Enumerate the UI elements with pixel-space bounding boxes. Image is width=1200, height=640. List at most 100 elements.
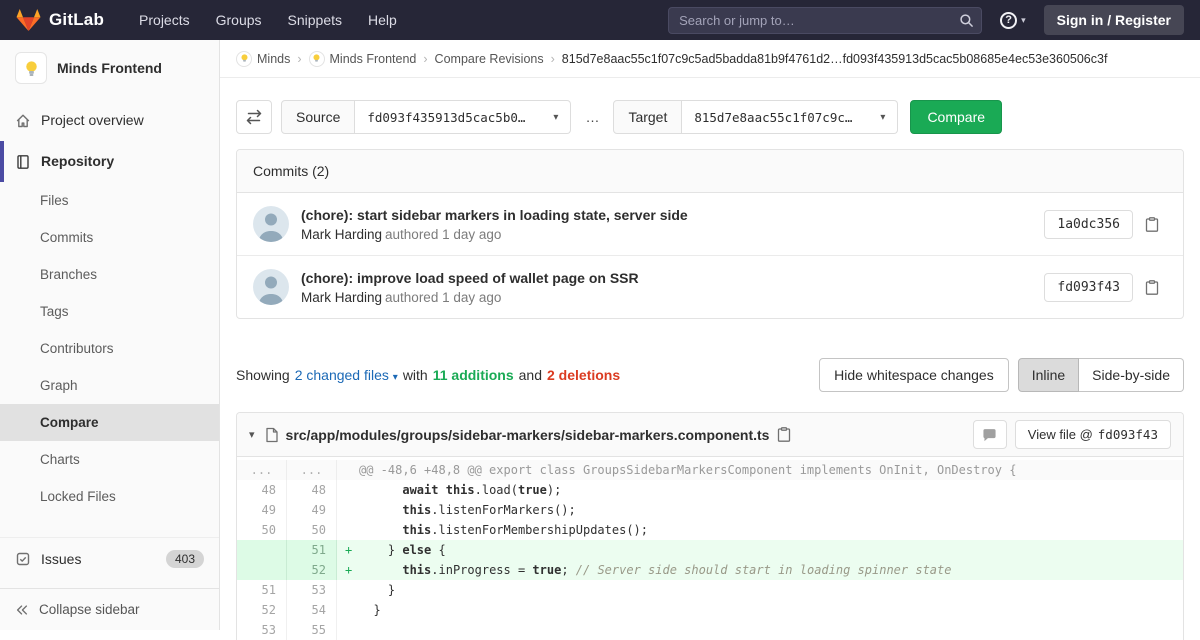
commit-title-link[interactable]: (chore): improve load speed of wallet pa… <box>301 270 639 286</box>
nav-item-help[interactable]: Help <box>355 0 410 40</box>
gitlab-logo-icon <box>16 8 41 32</box>
nav-item-groups[interactable]: Groups <box>203 0 275 40</box>
chevron-down-icon: ▾ <box>880 112 885 123</box>
crumb-label: Minds Frontend <box>330 52 417 66</box>
help-icon: ? <box>1000 12 1017 29</box>
range-separator: … <box>585 109 599 125</box>
old-line-number[interactable]: 50 <box>237 520 287 540</box>
sidebar-item-compare[interactable]: Compare <box>0 404 219 441</box>
sidebar-item-label: Issues <box>41 551 81 567</box>
collapse-sidebar-button[interactable]: Collapse sidebar <box>0 588 219 630</box>
sidebar-item-branches[interactable]: Branches <box>0 256 219 293</box>
diff-line-added: 51 + } else { <box>237 540 1183 560</box>
file-path-link[interactable]: src/app/modules/groups/sidebar-markers/s… <box>286 427 770 443</box>
old-line-number[interactable]: ... <box>237 460 287 480</box>
diff-line: 51 53 } <box>237 580 1183 600</box>
copy-sha-button[interactable] <box>1137 209 1167 239</box>
project-context-link[interactable]: Minds Frontend <box>0 40 219 94</box>
commit-author-link[interactable]: Mark Harding <box>301 227 382 242</box>
main-content: Minds › Minds Frontend › Compare Revisio… <box>220 40 1200 630</box>
changed-files-dropdown[interactable]: 2 changed files ▾ <box>295 367 398 383</box>
new-line-number[interactable]: 48 <box>287 480 337 500</box>
commit-author-link[interactable]: Mark Harding <box>301 290 382 305</box>
showing-label: Showing <box>236 367 290 383</box>
commit-title-link[interactable]: (chore): start sidebar markers in loadin… <box>301 207 688 223</box>
sidebar-item-repository[interactable]: Repository <box>0 141 219 182</box>
crumb-compare-revisions[interactable]: Compare Revisions <box>435 52 544 66</box>
diff-line-added: 52 + this.inProgress = true; // Server s… <box>237 560 1183 580</box>
search-input[interactable] <box>668 7 982 34</box>
diff-line: 52 54 } <box>237 600 1183 620</box>
copy-path-button[interactable] <box>777 427 791 442</box>
view-file-label: View file @ <box>1028 427 1093 442</box>
diff-code: @@ -48,6 +48,8 @@ export class GroupsSid… <box>337 460 1183 480</box>
nav-item-snippets[interactable]: Snippets <box>275 0 355 40</box>
and-label: and <box>519 367 542 383</box>
target-dropdown[interactable]: 815d7e8aac55c1f07c9c… ▾ <box>682 100 898 134</box>
signin-button[interactable]: Sign in / Register <box>1044 5 1184 35</box>
sidebar-item-graph[interactable]: Graph <box>0 367 219 404</box>
breadcrumb-separator: › <box>297 52 301 66</box>
hide-whitespace-button[interactable]: Hide whitespace changes <box>819 358 1009 392</box>
sidebar-item-label: Repository <box>41 152 114 171</box>
sidebar-item-locked-files[interactable]: Locked Files <box>0 478 219 515</box>
sidebar-item-tags[interactable]: Tags <box>0 293 219 330</box>
view-file-button[interactable]: View file @ fd093f43 <box>1015 420 1171 449</box>
new-line-number[interactable]: 51 <box>287 540 337 560</box>
sidebar-item-project-overview[interactable]: Project overview <box>0 100 219 141</box>
sidebar-item-commits[interactable]: Commits <box>0 219 219 256</box>
commit-sha-button[interactable]: 1a0dc356 <box>1044 210 1133 239</box>
crumb-label: Minds <box>257 52 290 66</box>
new-line-number[interactable]: ... <box>287 460 337 480</box>
compare-button[interactable]: Compare <box>910 100 1002 134</box>
new-line-number[interactable]: 54 <box>287 600 337 620</box>
chevron-down-icon: ▾ <box>1021 15 1026 26</box>
diff-file-panel: ▾ src/app/modules/groups/sidebar-markers… <box>236 412 1184 640</box>
sidebar-item-label: Project overview <box>41 111 144 130</box>
new-line-number[interactable]: 52 <box>287 560 337 580</box>
avatar <box>253 269 289 305</box>
commit-sha-button[interactable]: fd093f43 <box>1044 273 1133 302</box>
swap-sides-button[interactable] <box>236 100 272 134</box>
old-line-number[interactable]: 48 <box>237 480 287 500</box>
sidebar-item-issues[interactable]: Issues 403 <box>0 538 219 580</box>
inline-toggle-button[interactable]: Inline <box>1018 358 1079 392</box>
lightbulb-icon <box>22 59 41 78</box>
old-line-number[interactable]: 49 <box>237 500 287 520</box>
help-menu[interactable]: ? ▾ <box>1000 12 1026 29</box>
nav-item-projects[interactable]: Projects <box>126 0 203 40</box>
sidebar-item-contributors[interactable]: Contributors <box>0 330 219 367</box>
old-line-number[interactable] <box>237 540 287 560</box>
issues-icon <box>15 551 31 567</box>
repository-subnav: Files Commits Branches Tags Contributors… <box>0 182 219 515</box>
sidebar-item-charts[interactable]: Charts <box>0 441 219 478</box>
old-line-number[interactable]: 52 <box>237 600 287 620</box>
new-line-number[interactable]: 50 <box>287 520 337 540</box>
target-group: Target 815d7e8aac55c1f07c9c… ▾ <box>613 100 898 134</box>
gitlab-home-link[interactable]: GitLab <box>16 8 104 32</box>
new-line-number[interactable]: 49 <box>287 500 337 520</box>
side-by-side-toggle-button[interactable]: Side-by-side <box>1079 358 1184 392</box>
commit-row: (chore): start sidebar markers in loadin… <box>237 193 1183 255</box>
file-collapse-caret[interactable]: ▾ <box>249 428 255 441</box>
copy-sha-button[interactable] <box>1137 272 1167 302</box>
diff-code: } <box>337 580 1183 600</box>
group-avatar <box>236 51 252 67</box>
source-dropdown[interactable]: fd093f435913d5cac5b0… ▾ <box>355 100 571 134</box>
diff-code: this.listenForMarkers(); <box>337 500 1183 520</box>
crumb-minds-frontend[interactable]: Minds Frontend <box>309 51 417 67</box>
new-line-number[interactable]: 53 <box>287 580 337 600</box>
sidebar-item-files[interactable]: Files <box>0 182 219 219</box>
project-avatar-small <box>309 51 325 67</box>
diff-line: 48 48 await this.load(true); <box>237 480 1183 500</box>
old-line-number[interactable]: 53 <box>237 620 287 640</box>
old-line-number[interactable] <box>237 560 287 580</box>
diff-line: 53 55 <box>237 620 1183 640</box>
crumb-minds[interactable]: Minds <box>236 51 290 67</box>
old-line-number[interactable]: 51 <box>237 580 287 600</box>
chevron-down-icon: ▾ <box>393 372 398 383</box>
project-title: Minds Frontend <box>57 60 162 76</box>
comment-button[interactable] <box>973 420 1007 449</box>
breadcrumb-separator: › <box>551 52 555 66</box>
new-line-number[interactable]: 55 <box>287 620 337 640</box>
